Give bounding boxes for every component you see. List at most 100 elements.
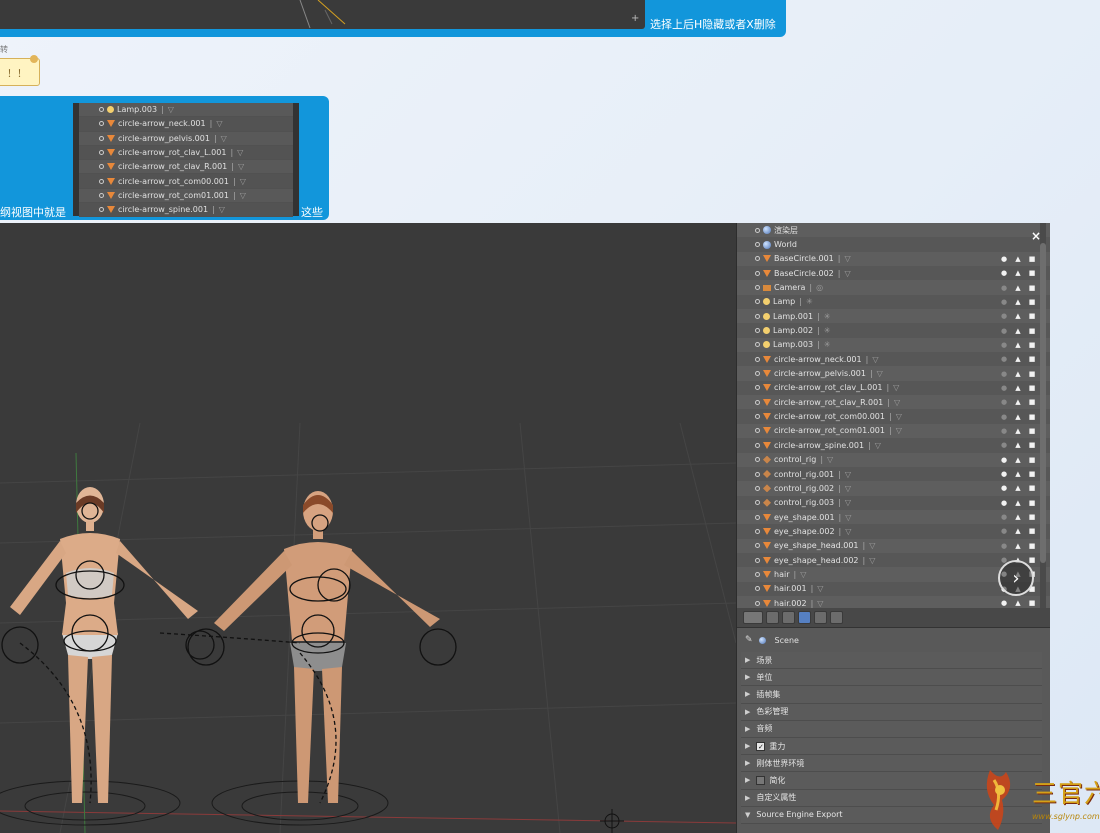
render-toggle-icon[interactable]: ■ [1028, 599, 1036, 607]
expand-dot-icon[interactable] [755, 586, 760, 592]
collapsed-arrow-icon[interactable]: ▶ [745, 725, 750, 733]
expand-dot-icon[interactable] [755, 256, 760, 262]
select-toggle-icon[interactable]: ▲ [1014, 499, 1022, 507]
eye-toggle-icon[interactable]: ● [1000, 427, 1008, 435]
render-layers-tab-icon[interactable] [782, 611, 795, 624]
section-checkbox[interactable] [756, 775, 766, 785]
expand-dot-icon[interactable] [755, 227, 760, 233]
expanded-arrow-icon[interactable]: ▼ [745, 811, 750, 819]
mini-outliner-row[interactable]: circle-arrow_rot_com01.001 | ▽ [79, 189, 293, 204]
collapsed-arrow-icon[interactable]: ▶ [745, 759, 750, 767]
outliner-row[interactable]: BaseCircle.001 | ▽ ● ▲ ■ [737, 251, 1050, 267]
outliner-row[interactable]: control_rig.001 | ▽ ● ▲ ■ [737, 466, 1050, 482]
eye-toggle-icon[interactable]: ● [1000, 398, 1008, 406]
expand-dot-icon[interactable] [99, 107, 104, 113]
expand-dot-icon[interactable] [755, 385, 760, 391]
render-toggle-icon[interactable]: ■ [1028, 398, 1036, 406]
eye-toggle-icon[interactable]: ● [1000, 370, 1008, 378]
eye-toggle-icon[interactable]: ● [1000, 355, 1008, 363]
render-toggle-icon[interactable]: ■ [1028, 312, 1036, 320]
expand-dot-icon[interactable] [755, 500, 760, 506]
outliner-row[interactable]: eye_shape_head.001 | ▽ ● ▲ ■ [737, 538, 1050, 553]
outliner-row[interactable]: circle-arrow_rot_com00.001 | ▽ ● ▲ ■ [737, 409, 1050, 424]
render-tab-icon[interactable] [766, 611, 779, 624]
eye-toggle-icon[interactable]: ● [1000, 312, 1008, 320]
eye-toggle-icon[interactable]: ● [1000, 470, 1008, 478]
mini-outliner-row[interactable]: circle-arrow_spine.001 | ▽ [79, 203, 293, 218]
expand-dot-icon[interactable] [755, 342, 760, 348]
render-toggle-icon[interactable]: ■ [1028, 456, 1036, 464]
properties-section-header[interactable]: ▶ 音频 [741, 720, 1042, 738]
expand-dot-icon[interactable] [755, 299, 760, 305]
select-toggle-icon[interactable]: ▲ [1014, 255, 1022, 263]
render-toggle-icon[interactable]: ■ [1028, 527, 1036, 535]
eye-toggle-icon[interactable]: ● [1000, 484, 1008, 492]
render-toggle-icon[interactable]: ■ [1028, 255, 1036, 263]
outliner-row[interactable]: circle-arrow_spine.001 | ▽ ● ▲ ■ [737, 438, 1050, 453]
properties-section-header[interactable]: ▶ 场景 [741, 652, 1042, 670]
eye-toggle-icon[interactable]: ● [1000, 298, 1008, 306]
mini-outliner-row[interactable]: circle-arrow_rot_clav_R.001 | ▽ [79, 160, 293, 175]
outliner-row[interactable]: Lamp.001 | ✳ ● ▲ ■ [737, 309, 1050, 324]
mini-outliner-row[interactable]: circle-arrow_neck.001 | ▽ [79, 117, 293, 132]
eye-toggle-icon[interactable]: ● [1000, 441, 1008, 449]
expand-dot-icon[interactable] [755, 313, 760, 319]
select-toggle-icon[interactable]: ▲ [1014, 413, 1022, 421]
outliner-row[interactable]: circle-arrow_neck.001 | ▽ ● ▲ ■ [737, 352, 1050, 367]
eye-toggle-icon[interactable]: ● [1000, 255, 1008, 263]
eye-toggle-icon[interactable]: ● [1000, 413, 1008, 421]
select-toggle-icon[interactable]: ▲ [1014, 599, 1022, 607]
outliner-row[interactable]: World [737, 237, 1050, 252]
eye-toggle-icon[interactable]: ● [1000, 384, 1008, 392]
eye-toggle-icon[interactable]: ● [1000, 284, 1008, 292]
outliner-row[interactable]: hair.002 | ▽ ● ▲ ■ [737, 595, 1050, 608]
eye-toggle-icon[interactable]: ● [1000, 499, 1008, 507]
select-toggle-icon[interactable]: ▲ [1014, 456, 1022, 464]
render-toggle-icon[interactable]: ■ [1028, 355, 1036, 363]
eye-toggle-icon[interactable]: ● [1000, 456, 1008, 464]
outliner-row[interactable]: eye_shape.001 | ▽ ● ▲ ■ [737, 509, 1050, 525]
expand-dot-icon[interactable] [99, 135, 104, 141]
properties-section-header[interactable]: ▶ ✓ 重力 [741, 737, 1042, 756]
render-toggle-icon[interactable]: ■ [1028, 484, 1036, 492]
next-arrow-button[interactable]: › [998, 560, 1034, 596]
expand-dot-icon[interactable] [755, 414, 760, 420]
select-toggle-icon[interactable]: ▲ [1014, 542, 1022, 550]
properties-section-header[interactable]: ▶ 色彩管理 [741, 703, 1042, 721]
outliner-row[interactable]: eye_shape.002 | ▽ ● ▲ ■ [737, 524, 1050, 539]
pin-icon[interactable]: ✎ [745, 635, 753, 645]
expand-dot-icon[interactable] [755, 270, 760, 276]
add-icon[interactable]: + [631, 13, 639, 24]
collapsed-arrow-icon[interactable]: ▶ [745, 742, 750, 750]
close-icon[interactable]: × [1031, 229, 1041, 243]
select-toggle-icon[interactable]: ▲ [1014, 484, 1022, 492]
select-toggle-icon[interactable]: ▲ [1014, 284, 1022, 292]
render-toggle-icon[interactable]: ■ [1028, 513, 1036, 521]
render-toggle-icon[interactable]: ■ [1028, 384, 1036, 392]
expand-dot-icon[interactable] [755, 457, 760, 463]
render-toggle-icon[interactable]: ■ [1028, 556, 1036, 564]
collapsed-arrow-icon[interactable]: ▶ [745, 708, 750, 716]
properties-section-header[interactable]: ▶ 插帧集 [741, 686, 1042, 704]
outliner-row[interactable]: circle-arrow_rot_clav_R.001 | ▽ ● ▲ ■ [737, 395, 1050, 410]
outliner-row[interactable]: control_rig.002 | ▽ ● ▲ ■ [737, 481, 1050, 496]
render-toggle-icon[interactable]: ■ [1028, 298, 1036, 306]
select-toggle-icon[interactable]: ▲ [1014, 470, 1022, 478]
expand-dot-icon[interactable] [755, 528, 760, 534]
select-toggle-icon[interactable]: ▲ [1014, 513, 1022, 521]
expand-dot-icon[interactable] [99, 121, 104, 127]
outliner-row[interactable]: circle-arrow_rot_com01.001 | ▽ ● ▲ ■ [737, 423, 1050, 439]
collapsed-arrow-icon[interactable]: ▶ [745, 776, 750, 784]
3d-viewport[interactable] [0, 223, 736, 833]
expand-dot-icon[interactable] [755, 471, 760, 477]
render-toggle-icon[interactable]: ■ [1028, 284, 1036, 292]
select-toggle-icon[interactable]: ▲ [1014, 327, 1022, 335]
outliner-row[interactable]: Lamp.002 | ✳ ● ▲ ■ [737, 323, 1050, 338]
expand-dot-icon[interactable] [99, 178, 104, 184]
expand-dot-icon[interactable] [755, 242, 760, 248]
render-toggle-icon[interactable]: ■ [1028, 327, 1036, 335]
scene-tab-icon[interactable] [798, 611, 811, 624]
mini-outliner-row[interactable]: circle-arrow_rot_clav_L.001 | ▽ [79, 145, 293, 161]
select-toggle-icon[interactable]: ▲ [1014, 370, 1022, 378]
select-toggle-icon[interactable]: ▲ [1014, 269, 1022, 277]
